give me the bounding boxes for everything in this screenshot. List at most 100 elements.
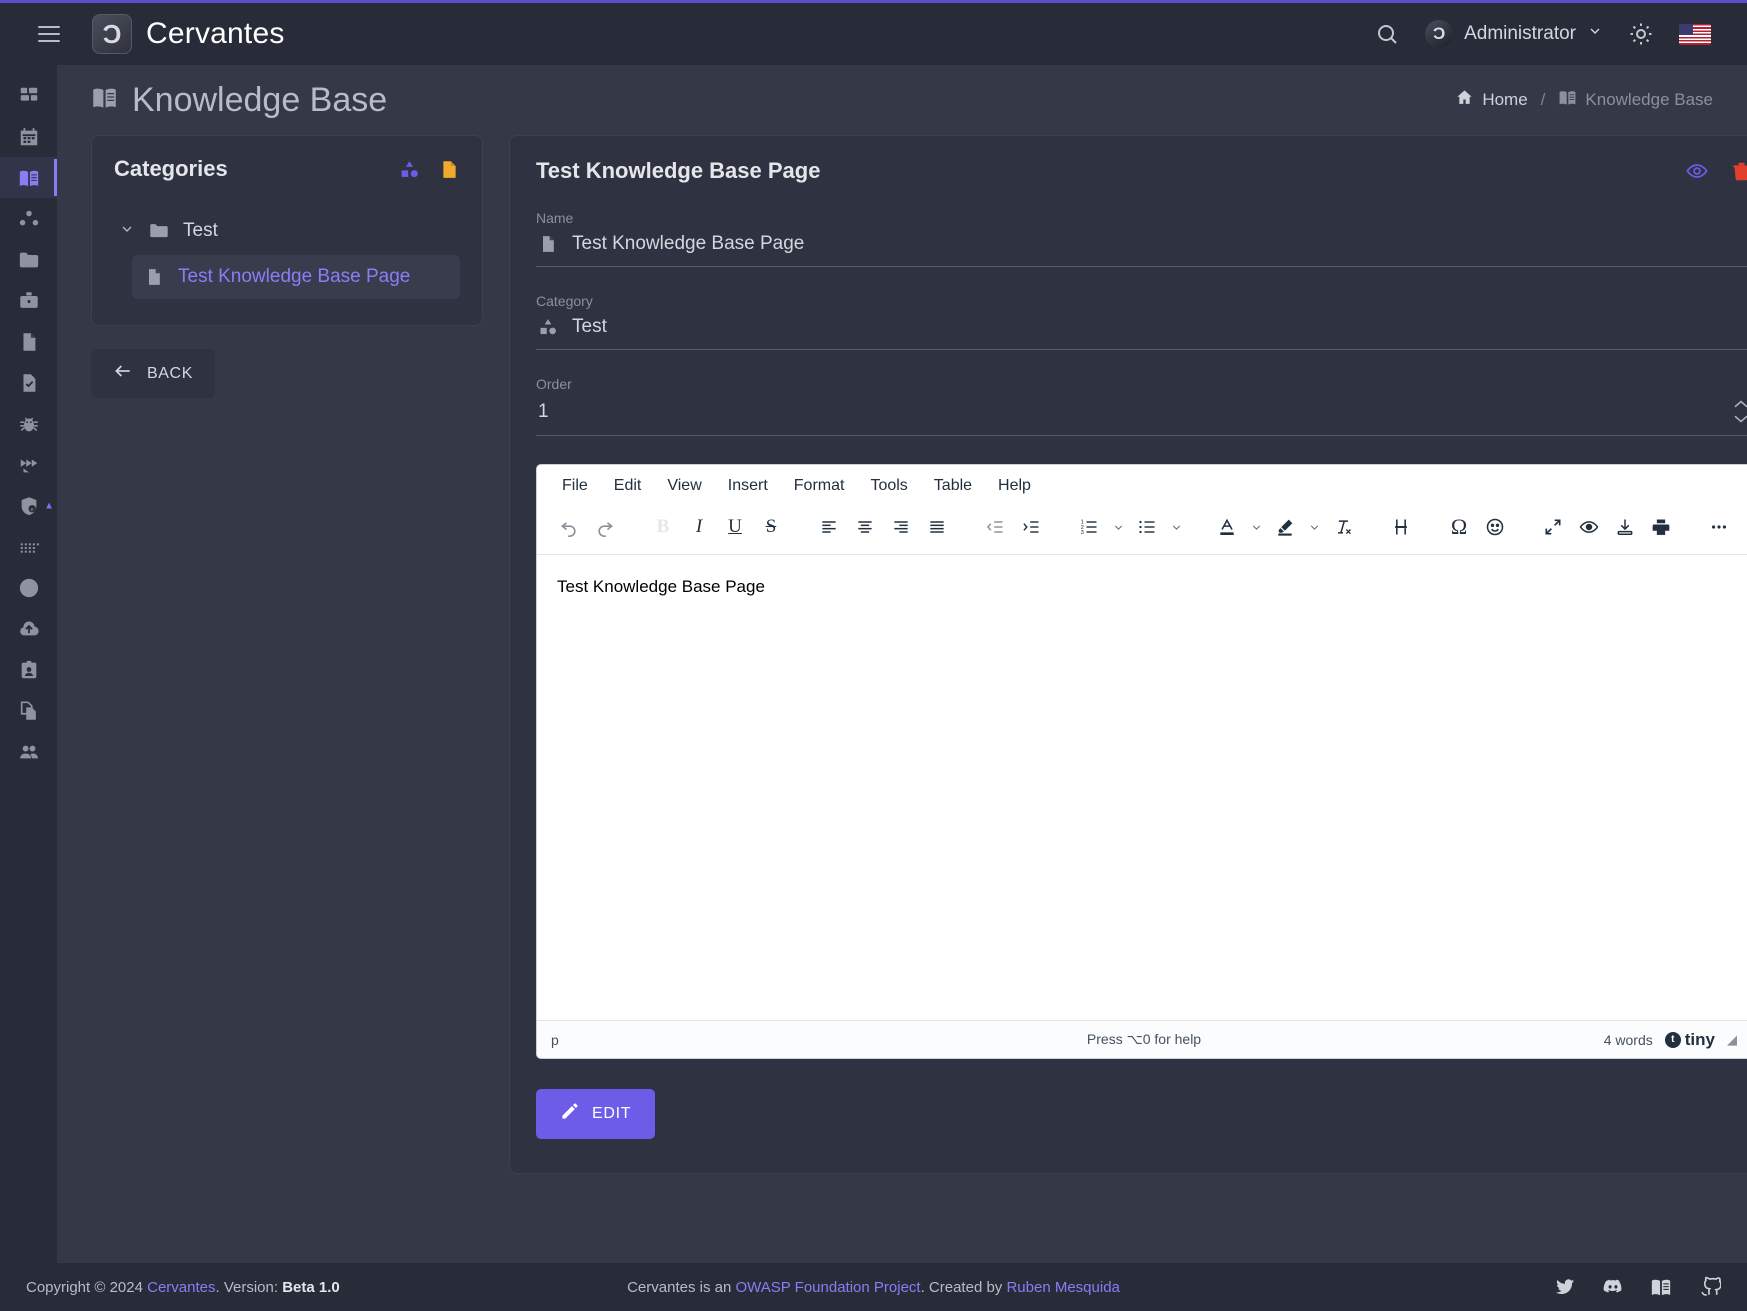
sidebar-item-organizations[interactable] [0, 198, 57, 239]
text-color-icon[interactable] [1209, 511, 1245, 543]
us-flag-icon[interactable] [1679, 23, 1711, 45]
menu-tools[interactable]: Tools [859, 472, 918, 500]
align-right-icon[interactable] [883, 511, 919, 543]
bullet-list-icon[interactable] [1129, 511, 1165, 543]
book-icon [91, 84, 118, 117]
sidebar-item-history[interactable] [0, 567, 57, 608]
number-stepper[interactable] [1732, 399, 1747, 424]
field-name-text: Test Knowledge Base Page [572, 233, 805, 254]
edit-button[interactable]: EDIT [536, 1089, 656, 1139]
clear-format-icon[interactable] [1325, 511, 1361, 543]
sidebar-item-tasks[interactable] [0, 362, 57, 403]
strikethrough-icon[interactable]: S [753, 511, 789, 543]
more-icon[interactable] [1701, 511, 1737, 543]
export-icon[interactable] [1607, 511, 1643, 543]
menu-help[interactable]: Help [987, 472, 1042, 500]
chevron-up-icon [1734, 400, 1747, 408]
editor-content-area[interactable]: Test Knowledge Base Page [537, 555, 1747, 1020]
sidebar-item-vulnerabilities[interactable] [0, 403, 57, 444]
github-icon[interactable] [1698, 1276, 1721, 1299]
bold-icon[interactable]: B [645, 511, 681, 543]
breadcrumb-current: Knowledge Base [1558, 88, 1713, 112]
chevron-down-icon[interactable] [118, 221, 135, 241]
menu-format[interactable]: Format [783, 472, 856, 500]
sidebar-item-users[interactable] [0, 731, 57, 772]
dots-grid-icon [20, 542, 39, 553]
tinymce-brand[interactable]: t tiny [1664, 1030, 1715, 1050]
owasp-link[interactable]: OWASP Foundation Project [735, 1279, 920, 1296]
sidebar-item-templates[interactable] [0, 690, 57, 731]
field-category-value[interactable]: Test [536, 309, 1747, 350]
print-icon[interactable] [1643, 511, 1679, 543]
brand[interactable]: Ɔ Cervantes [92, 14, 285, 54]
align-justify-icon[interactable] [919, 511, 955, 543]
fullscreen-icon[interactable] [1535, 511, 1571, 543]
arrow-left-icon [113, 361, 133, 386]
menu-table[interactable]: Table [923, 472, 983, 500]
back-button[interactable]: BACK [91, 349, 215, 398]
author-link[interactable]: Ruben Mesquida [1006, 1279, 1119, 1296]
sidebar-item-projects[interactable] [0, 239, 57, 280]
sun-icon[interactable] [1629, 22, 1653, 46]
sidebar-item-dashboard[interactable] [0, 75, 57, 116]
categories-actions [399, 159, 460, 180]
eye-icon[interactable] [1686, 160, 1708, 182]
sidebar-item-assets[interactable]: e ▲ [0, 485, 57, 526]
sidebar-item-clients[interactable] [0, 280, 57, 321]
trash-icon[interactable] [1731, 161, 1747, 182]
twitter-icon[interactable] [1554, 1276, 1576, 1298]
categories-tree: Test Test Knowledge Base Page [114, 214, 460, 299]
add-page-icon[interactable] [439, 159, 460, 180]
outdent-icon[interactable] [977, 511, 1013, 543]
page-header: Knowledge Base Home / Knowledge Base [57, 65, 1747, 135]
special-character-icon[interactable]: Ω [1441, 511, 1477, 543]
hamburger-icon[interactable] [38, 26, 60, 42]
add-category-icon[interactable] [399, 159, 420, 180]
sidebar-item-upload[interactable] [0, 608, 57, 649]
field-order-value[interactable]: 1 [536, 392, 1747, 436]
editor-statusbar: p Press ⌥0 for help 4 words t tiny ◢ [537, 1020, 1747, 1058]
sidebar-collapse-caret-icon[interactable]: ▲ [44, 500, 54, 511]
sidebar-item-reports[interactable] [0, 321, 57, 362]
book-icon [1558, 88, 1577, 112]
italic-icon[interactable]: I [681, 511, 717, 543]
sidebar-item-attack-paths[interactable] [0, 444, 57, 485]
page-break-icon[interactable] [1383, 511, 1419, 543]
indent-icon[interactable] [1013, 511, 1049, 543]
highlight-color-icon[interactable] [1267, 511, 1303, 543]
category-icon [538, 317, 558, 337]
redo-icon[interactable] [587, 511, 623, 543]
footer-brand-link[interactable]: Cervantes [147, 1279, 215, 1296]
detail-card: Test Knowledge Base Page Name Test Knowl… [509, 135, 1747, 1174]
sidebar-item-knowledge-base[interactable] [0, 157, 57, 198]
menu-edit[interactable]: Edit [603, 472, 653, 500]
menu-insert[interactable]: Insert [717, 472, 779, 500]
search-icon[interactable] [1375, 22, 1399, 46]
menu-view[interactable]: View [656, 472, 712, 500]
align-center-icon[interactable] [847, 511, 883, 543]
sidebar-item-grid[interactable] [0, 526, 57, 567]
emoji-icon[interactable] [1477, 511, 1513, 543]
user-menu[interactable]: Ɔ Administrator [1425, 20, 1603, 48]
breadcrumb-home[interactable]: Home [1455, 88, 1528, 112]
highlight-color-chevron-icon[interactable] [1303, 511, 1325, 543]
editor-element-path[interactable]: p [551, 1032, 559, 1048]
menu-file[interactable]: File [551, 472, 599, 500]
sidebar-item-identity[interactable] [0, 649, 57, 690]
underline-icon[interactable]: U [717, 511, 753, 543]
numbered-list-icon[interactable]: 123 [1071, 511, 1107, 543]
preview-icon[interactable] [1571, 511, 1607, 543]
resize-handle-icon[interactable]: ◢ [1727, 1032, 1737, 1048]
sidebar-item-calendar[interactable] [0, 116, 57, 157]
tree-page-item[interactable]: Test Knowledge Base Page [132, 255, 460, 299]
docs-icon[interactable] [1650, 1276, 1672, 1298]
numbered-list-chevron-icon[interactable] [1107, 511, 1129, 543]
bullet-list-chevron-icon[interactable] [1165, 511, 1187, 543]
align-left-icon[interactable] [811, 511, 847, 543]
discord-icon[interactable] [1602, 1276, 1624, 1298]
file-check-icon [23, 373, 35, 392]
text-color-chevron-icon[interactable] [1245, 511, 1267, 543]
undo-icon[interactable] [551, 511, 587, 543]
field-name-value[interactable]: Test Knowledge Base Page [536, 226, 1747, 267]
tree-folder-row[interactable]: Test [114, 214, 460, 248]
